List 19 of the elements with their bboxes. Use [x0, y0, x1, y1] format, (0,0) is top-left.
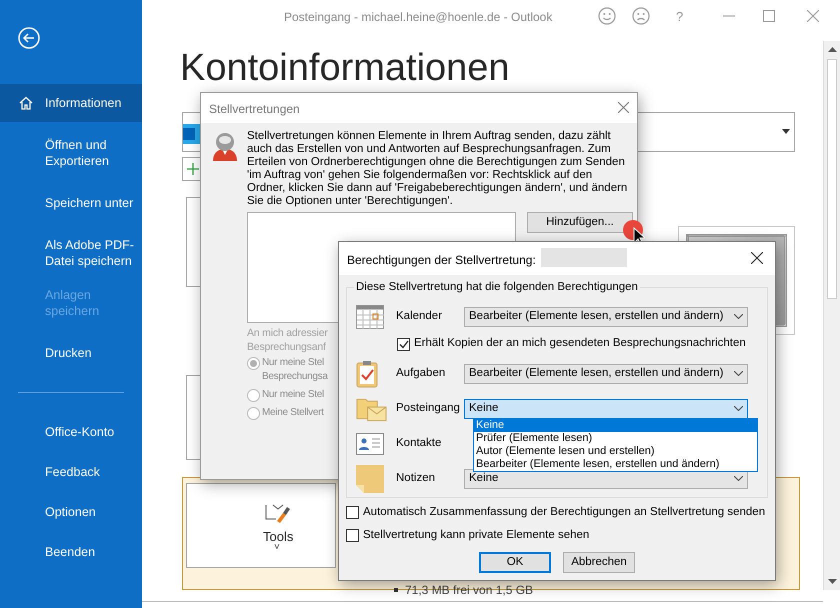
radio-label: Nur meine Stel: [262, 388, 324, 402]
permission-label: Kalender: [395, 308, 444, 324]
radio-label: Meine Stellvert: [262, 406, 324, 420]
dialog-title: Berechtigungen der Stellvertretung:: [347, 252, 536, 269]
section-label: An mich adressier: [247, 326, 328, 340]
checkbox-label: Erhält Kopien der an mich gesendeten Besprechungsnachrichten: [414, 336, 746, 352]
window-title: Posteingang - michael.heine@hoenle.de - Outlook: [284, 9, 552, 26]
description-text: Stellvertretungen können Elemente in Ihrem Auftrag senden, dazu zählt auch das Erstellen von und Antworten auf Besprechungsanfragen. Zum Erteilen von Ordnerberechtigungen ohne die Berechtigungen zum Senden 'im Auftrag von' gehen Sie folgendermaßen vor: Rechtsklick auf den Ordner, klicken Sie dann auf 'Freigabeberechtigungen ändern', und ändern Sie die Optionen unter 'Berechtigungen'.: [247, 130, 628, 208]
permission-label: Posteingang: [395, 400, 461, 416]
permission-label: Aufgaben: [395, 366, 446, 381]
page-heading: Kontoinformationen: [180, 46, 510, 91]
section-label: Besprechungsanf: [247, 340, 327, 354]
checkbox-label: Automatisch Zusammenfassung der Berechtigungen an Stellvertretung senden: [363, 505, 766, 520]
radio-label: Nur meine Stel Besprechungsa: [262, 356, 328, 384]
checkbox-label: Stellvertretung kann private Elemente sehen: [363, 528, 590, 544]
dialog-title: Stellvertretungen: [209, 101, 300, 118]
permission-label: Kontakte: [395, 436, 442, 451]
permission-label: Notizen: [395, 470, 436, 486]
group-title: Diese Stellvertretung hat die folgenden Berechtigungen: [354, 280, 640, 294]
